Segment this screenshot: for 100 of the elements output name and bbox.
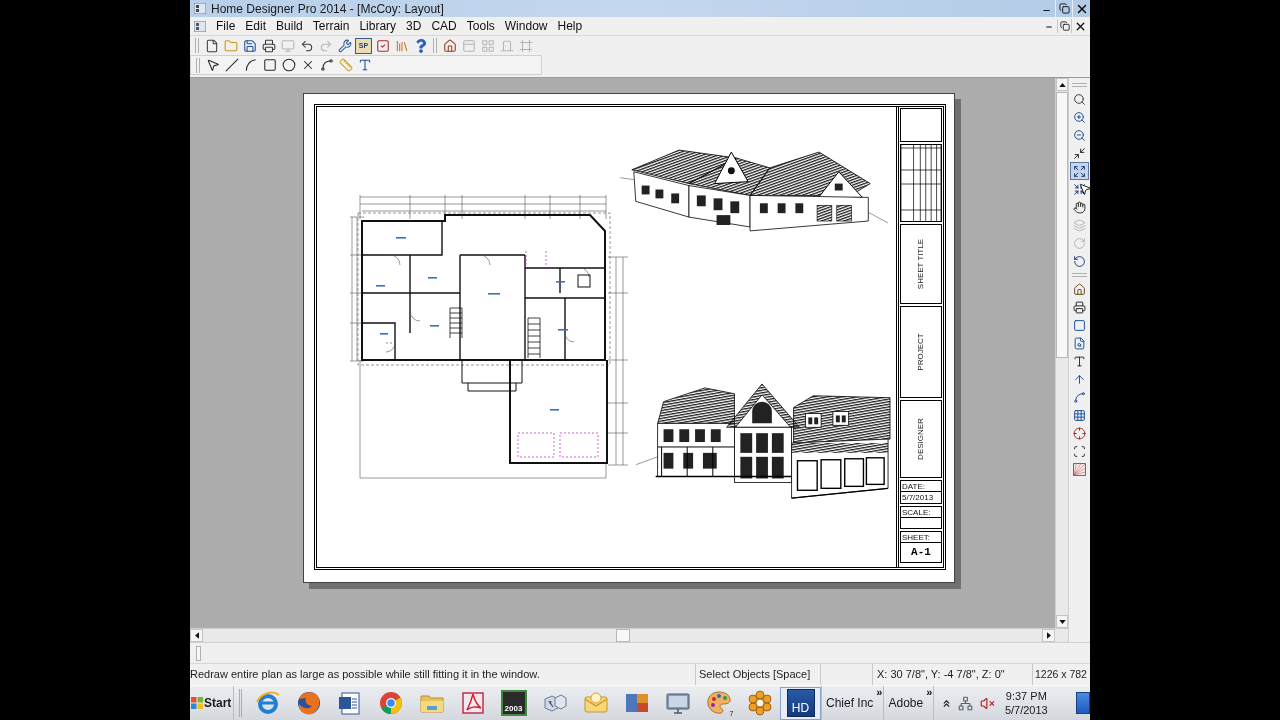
toolbar-button[interactable] [1070, 424, 1089, 442]
scroll-left-button[interactable] [190, 629, 203, 642]
up-arrow-icon [1073, 372, 1086, 386]
horizontal-scrollbar[interactable] [190, 628, 1068, 642]
rectangle-icon [262, 58, 277, 72]
document-icon [336, 690, 363, 716]
circle-icon [281, 58, 296, 72]
zoom-in-icon [1073, 110, 1086, 124]
fan-lines-icon [1073, 462, 1086, 476]
hand-icon [1073, 200, 1086, 214]
arrow-down-icon [1058, 619, 1066, 624]
scroll-right-button[interactable] [1042, 629, 1055, 642]
scrollbar-thumb[interactable] [616, 629, 630, 642]
shrink-arrows-icon [1073, 182, 1086, 196]
envelope-icon [582, 690, 609, 716]
grip-handle[interactable] [195, 38, 199, 53]
grip-handle[interactable] [196, 645, 201, 661]
text-tool-icon [357, 58, 372, 72]
tray-button[interactable] [956, 694, 975, 712]
app-logo: HD [786, 689, 815, 717]
help-icon [413, 38, 428, 53]
redo-arrow-icon [318, 38, 333, 53]
house-icon [442, 38, 457, 53]
blank-page-icon [204, 38, 219, 53]
volume-muted-icon [979, 695, 995, 711]
toolbar-button[interactable] [1070, 298, 1089, 316]
folder-icon [223, 38, 238, 53]
taskbar-toolbar-label: Chief Inc [826, 695, 874, 712]
crosshair-icon [1073, 426, 1086, 440]
grid-icon [480, 38, 495, 53]
flower-icon [746, 690, 773, 716]
grip-handle[interactable] [196, 57, 200, 73]
menu-item[interactable]: Window [499, 20, 553, 32]
app-logo: 2003 [500, 690, 527, 716]
rotate-arrow-icon [1073, 254, 1086, 268]
clock-button[interactable]: 9:37 PM 5/7/2013 [1000, 689, 1053, 717]
panel-icon [461, 38, 476, 53]
sheet-label: SHEET: [901, 532, 941, 543]
pointer-arrow-icon [205, 58, 220, 72]
menu-item[interactable]: Tools [461, 20, 500, 32]
toolbar-button[interactable] [1070, 198, 1089, 216]
app-icon [194, 3, 206, 14]
toolbar-button[interactable] [1070, 162, 1089, 180]
document-curl-icon [459, 690, 486, 716]
printer-icon [261, 38, 276, 53]
curve-icon [1073, 390, 1086, 404]
designer-label: DESIGNER [917, 418, 925, 460]
start-button[interactable]: Start [190, 686, 234, 720]
grip-handle[interactable] [1072, 83, 1087, 87]
show-desktop-button[interactable] [1076, 692, 1090, 714]
palette-icon [705, 690, 732, 716]
frame-corners-icon [1073, 444, 1086, 458]
document-icon [194, 20, 206, 32]
undo-arrow-icon [299, 38, 314, 53]
restore-icon [1059, 21, 1070, 31]
menu-item[interactable]: CAD [426, 20, 462, 32]
taskbar-app-button[interactable]: HD [780, 686, 821, 720]
menu-item[interactable]: Build [271, 20, 308, 32]
zoom-out-icon [1073, 128, 1086, 142]
curved-arrow-icon [1073, 236, 1086, 250]
menu-item[interactable]: File [211, 20, 241, 32]
restore-icon [1058, 3, 1070, 14]
menu-item[interactable]: Edit [240, 20, 272, 32]
square-icon [1073, 318, 1086, 332]
scrollbar-thumb[interactable] [1056, 92, 1068, 358]
zoom-icon [1073, 92, 1086, 106]
page-search-icon [1073, 336, 1086, 350]
wrench-icon [337, 38, 352, 53]
grip-handle[interactable] [433, 38, 437, 53]
printer-icon [1073, 300, 1086, 314]
grip-handle[interactable] [239, 689, 242, 717]
scale-label: SCALE: [901, 507, 941, 518]
chevron-button[interactable]: » [875, 687, 884, 698]
scroll-down-button[interactable] [1056, 615, 1068, 628]
sheet-number: A-1 [910, 545, 932, 561]
chevron-button[interactable]: » [925, 687, 934, 698]
layers-icon [1073, 218, 1086, 232]
vertical-scrollbar[interactable] [1055, 78, 1068, 628]
globe-icon [295, 690, 322, 716]
shrink-arrow-icon [1073, 146, 1086, 160]
arc-icon [243, 58, 258, 72]
grip-handle[interactable] [1072, 273, 1087, 277]
project-label: PROJECT [917, 333, 925, 371]
grid-icon [1073, 408, 1086, 422]
text-icon [1073, 354, 1086, 368]
menu-item[interactable]: 3D [401, 20, 427, 32]
spline-icon [319, 58, 334, 72]
child-restore-button[interactable] [1057, 19, 1072, 33]
ruler-icon [338, 58, 353, 72]
date-label: DATE: [901, 481, 941, 492]
frame-icon [518, 38, 533, 53]
four-squares-logo-icon [191, 697, 203, 709]
menu-item[interactable]: Library [354, 20, 402, 32]
taskbar-app-button[interactable]: 2003 [493, 686, 534, 720]
menu-item[interactable]: Terrain [307, 20, 355, 32]
menu-item[interactable]: Help [552, 20, 588, 32]
scroll-up-button[interactable] [1056, 78, 1068, 91]
door-icon [499, 38, 514, 53]
books-icon [394, 38, 409, 53]
checkbox-icon [375, 38, 390, 53]
